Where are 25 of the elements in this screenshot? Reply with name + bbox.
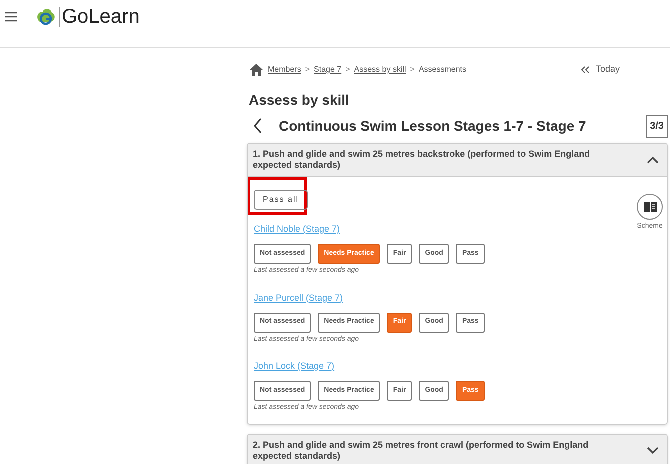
double-chevron-left-icon — [580, 66, 590, 74]
home-icon[interactable] — [250, 64, 263, 76]
logo-text: GoLearn — [62, 4, 140, 30]
chevron-down-icon[interactable] — [646, 446, 660, 456]
breadcrumb-separator: > — [346, 64, 350, 76]
breadcrumb-link[interactable]: Stage 7 — [314, 64, 342, 76]
page-counter: 3/3 — [646, 114, 668, 138]
today-button[interactable]: Today — [580, 63, 620, 77]
breadcrumb-separator: > — [410, 64, 415, 76]
skill-header[interactable]: 2. Push and glide and swim 25 metres front crawl (performed to Swim England expected standards) — [248, 434, 667, 464]
skill-title: 2. Push and glide and swim 25 metres front crawl (performed to Swim England expected standards) — [253, 440, 590, 462]
page-title: Assess by skill — [249, 91, 350, 110]
breadcrumb-separator: > — [305, 64, 310, 76]
skill-header[interactable]: 1. Push and glide and swim 25 metres backstroke (performed to Swim England expected standards) — [248, 144, 667, 177]
menu-icon[interactable] — [5, 12, 17, 22]
breadcrumb-current: Assessments — [418, 64, 467, 76]
breadcrumb-link[interactable]: Members — [268, 64, 302, 76]
book-icon — [644, 202, 656, 212]
course-title: Continuous Swim Lesson Stages 1-7 - Stage 7 — [279, 116, 586, 136]
scheme-button[interactable] — [637, 194, 663, 220]
chevron-up-icon[interactable] — [646, 155, 660, 165]
skill-title: 1. Push and glide and swim 25 metres backstroke (performed to Swim England expected standards) — [253, 149, 592, 171]
breadcrumb-link[interactable]: Assess by skill — [354, 64, 406, 76]
pass-all-button[interactable]: Pass all — [254, 190, 308, 210]
back-icon[interactable] — [253, 118, 263, 134]
